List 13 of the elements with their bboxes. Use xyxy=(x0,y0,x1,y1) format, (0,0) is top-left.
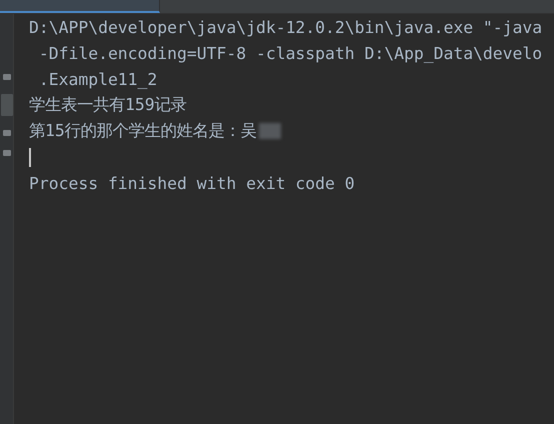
text-cursor xyxy=(29,148,31,166)
bar-icon[interactable] xyxy=(2,150,10,156)
bar-icon[interactable] xyxy=(2,74,10,80)
console-line: D:\APP\developer\java\jdk-12.0.2\bin\java.exe "-java xyxy=(29,18,542,36)
editor-tab[interactable] xyxy=(0,0,160,13)
bar-icon[interactable] xyxy=(2,130,10,136)
square-icon[interactable] xyxy=(0,94,12,116)
console-line: .Example11_2 xyxy=(38,70,158,88)
console-line: 学生表一共有159记录 xyxy=(29,94,187,116)
console-line: 第15行的那个学生的姓名是：吴 xyxy=(29,120,257,142)
console-line: -Dfile.encoding=UTF-8 -classpath D:\App_Data\develo xyxy=(38,44,542,62)
console-line: Process finished with exit code 0 xyxy=(29,174,355,192)
blurred-block xyxy=(258,123,281,139)
